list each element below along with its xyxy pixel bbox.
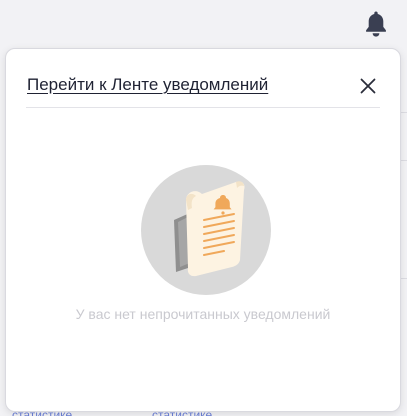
bell-icon bbox=[366, 11, 386, 37]
empty-state-message: У вас нет непрочитанных уведомлений bbox=[75, 306, 331, 322]
close-icon bbox=[360, 78, 376, 94]
page-background: статистике статистике Перейти к Ленте ув… bbox=[0, 0, 407, 416]
popover-header: Перейти к Ленте уведомлений bbox=[26, 73, 380, 108]
close-button[interactable] bbox=[358, 76, 378, 96]
notifications-popover: Перейти к Ленте уведомлений У вас нет не… bbox=[5, 48, 401, 412]
document-bell-illustration-icon bbox=[141, 165, 271, 295]
notifications-bell-button[interactable] bbox=[363, 9, 389, 37]
empty-state-illustration bbox=[140, 164, 272, 296]
notifications-feed-link[interactable]: Перейти к Ленте уведомлений bbox=[27, 75, 268, 95]
